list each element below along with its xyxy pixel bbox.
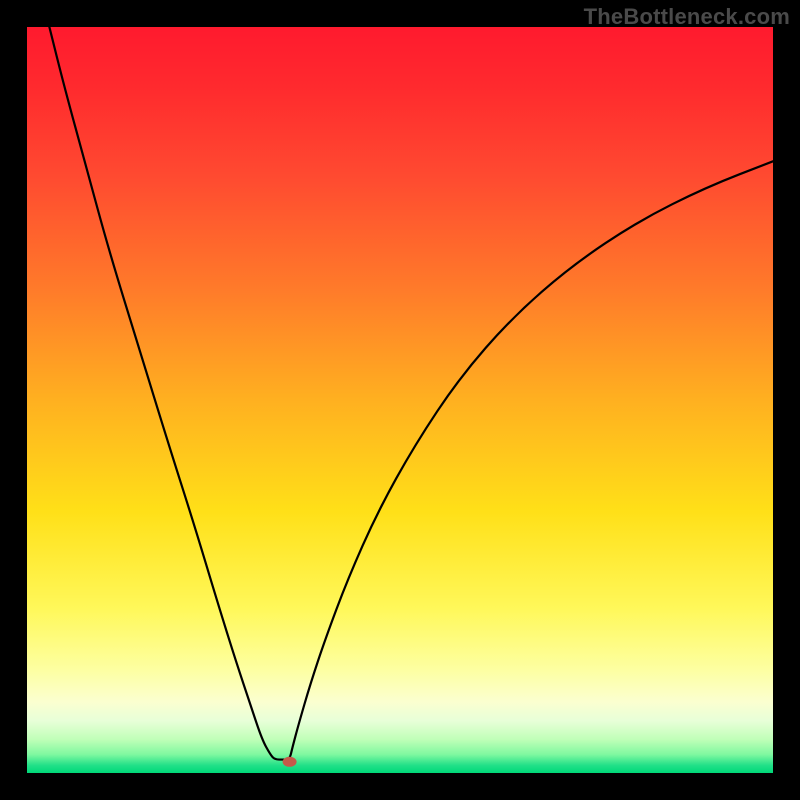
optimal-point-marker xyxy=(283,757,297,767)
chart-frame: TheBottleneck.com xyxy=(0,0,800,800)
chart-plot-area xyxy=(27,27,773,773)
gradient-background xyxy=(27,27,773,773)
chart-svg xyxy=(27,27,773,773)
